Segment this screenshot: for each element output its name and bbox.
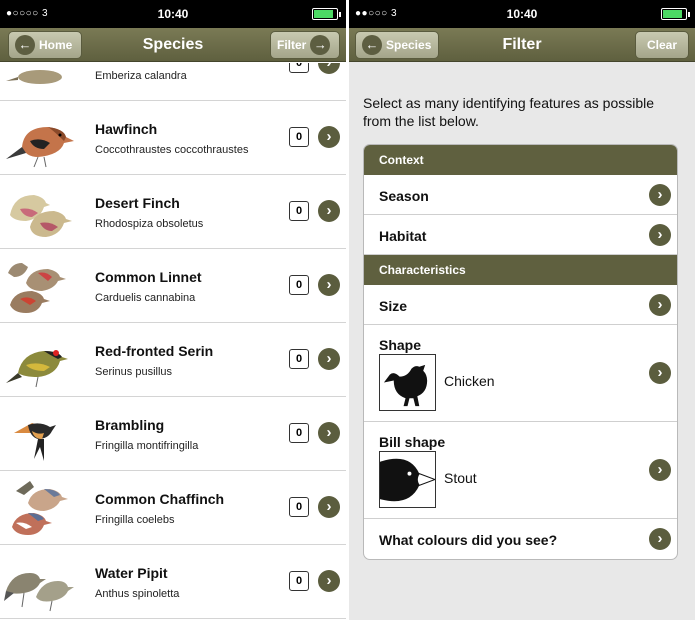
chevron-right-icon[interactable]: ›: [649, 184, 671, 206]
species-latin: Carduelis cannabina: [95, 292, 196, 304]
species-latin: Coccothraustes coccothraustes: [95, 144, 249, 156]
chevron-right-icon[interactable]: ›: [318, 63, 340, 74]
species-name: Common Chaffinch: [95, 491, 225, 507]
characteristics-header: Characteristics: [364, 255, 677, 285]
size-label: Size: [379, 298, 408, 314]
list-item[interactable]: Desert Finch Rhodospiza obsoletus 0 ›: [0, 175, 346, 249]
filter-button-label: Filter: [277, 38, 307, 52]
chevron-right-icon[interactable]: ›: [318, 126, 340, 148]
filter-button[interactable]: Filter →: [270, 31, 340, 59]
sighting-count[interactable]: 0: [289, 423, 309, 443]
species-name: Hawfinch: [95, 121, 158, 137]
species-latin: Fringilla coelebs: [95, 514, 175, 526]
battery-icon: [661, 8, 690, 20]
status-bar: ●○○○○ 3 10:40: [0, 0, 346, 28]
status-time: 10:40: [506, 7, 538, 21]
chevron-right-icon[interactable]: ›: [649, 528, 671, 550]
list-item[interactable]: Brambling Fringilla montifringilla 0 ›: [0, 397, 346, 471]
chevron-right-icon[interactable]: ›: [318, 422, 340, 444]
status-time: 10:40: [157, 7, 189, 21]
bird-thumbnail: [10, 195, 72, 237]
size-row[interactable]: Size ›: [364, 285, 677, 325]
sighting-count[interactable]: 0: [289, 63, 309, 73]
bird-thumbnail: [6, 127, 74, 168]
sighting-count[interactable]: 0: [289, 349, 309, 369]
list-item[interactable]: Emberiza calandra 0 ›: [0, 63, 346, 101]
list-item[interactable]: Common Chaffinch Fringilla coelebs 0 ›: [0, 471, 346, 545]
stout-bill-icon: [379, 451, 436, 508]
species-name: Red-fronted Serin: [95, 343, 214, 359]
chevron-right-icon[interactable]: ›: [318, 348, 340, 370]
chevron-right-icon[interactable]: ›: [649, 224, 671, 246]
chevron-right-icon[interactable]: ›: [318, 200, 340, 222]
chevron-right-icon[interactable]: ›: [649, 294, 671, 316]
bill-shape-row[interactable]: Bill shape Stout ›: [364, 422, 677, 519]
forward-arrow-icon: →: [310, 35, 331, 55]
filter-group: Context Season › Habitat › Characteristi…: [363, 144, 678, 560]
habitat-label: Habitat: [379, 228, 427, 244]
list-item[interactable]: Hawfinch Coccothraustes coccothraustes 0…: [0, 101, 346, 175]
sighting-count[interactable]: 0: [289, 571, 309, 591]
chevron-right-icon[interactable]: ›: [649, 362, 671, 384]
filter-nav-bar: ← Species Filter Clear: [349, 28, 695, 62]
bill-shape-label: Bill shape: [379, 434, 446, 450]
chevron-right-icon[interactable]: ›: [318, 496, 340, 518]
species-name: Brambling: [95, 417, 165, 433]
shape-label: Shape: [379, 337, 422, 353]
clear-button[interactable]: Clear: [635, 31, 689, 59]
bird-thumbnail: [4, 573, 74, 612]
sighting-count[interactable]: 0: [289, 201, 309, 221]
chicken-silhouette-icon: [379, 354, 436, 411]
context-header: Context: [364, 145, 677, 175]
list-item[interactable]: Common Linnet Carduelis cannabina 0 ›: [0, 249, 346, 323]
species-name: Desert Finch: [95, 195, 180, 211]
bird-thumbnail: [6, 70, 62, 84]
sighting-count[interactable]: 0: [289, 127, 309, 147]
bird-thumbnail: [14, 423, 56, 461]
shape-row[interactable]: Shape Chicken ›: [364, 325, 677, 422]
battery-icon: [312, 8, 341, 20]
season-row[interactable]: Season ›: [364, 175, 677, 215]
habitat-row[interactable]: Habitat ›: [364, 215, 677, 255]
sighting-count[interactable]: 0: [289, 497, 309, 517]
bird-thumbnail: [6, 350, 68, 388]
chevron-right-icon[interactable]: ›: [318, 274, 340, 296]
species-nav-bar: ← Home Species Filter →: [0, 28, 346, 62]
chevron-right-icon[interactable]: ›: [318, 570, 340, 592]
filter-screen: ●●○○○ 3 10:40 ← Species Filter Clear Sel…: [349, 0, 695, 620]
species-screen: ●○○○○ 3 10:40 ← Home Species Filter → Em…: [0, 0, 346, 620]
list-item[interactable]: Water Pipit Anthus spinoletta 0 ›: [0, 545, 346, 619]
species-latin: Serinus pusillus: [95, 366, 173, 378]
filter-instructions: Select as many identifying features as p…: [363, 95, 655, 129]
sighting-count[interactable]: 0: [289, 275, 309, 295]
shape-value: Chicken: [444, 373, 495, 389]
species-latin: Anthus spinoletta: [95, 588, 180, 600]
bill-shape-value: Stout: [444, 470, 477, 486]
list-item[interactable]: Red-fronted Serin Serinus pusillus 0 ›: [0, 323, 346, 397]
species-name: Common Linnet: [95, 269, 202, 285]
species-latin: Rhodospiza obsoletus: [95, 218, 204, 230]
species-list: Emberiza calandra 0 › Hawfinch Coccothra…: [0, 63, 346, 620]
bird-thumbnail: [8, 263, 66, 313]
status-bar: ●●○○○ 3 10:40: [349, 0, 695, 28]
clear-button-label: Clear: [646, 38, 678, 52]
chevron-right-icon[interactable]: ›: [649, 459, 671, 481]
colours-label: What colours did you see?: [379, 532, 558, 548]
species-latin: Fringilla montifringilla: [95, 440, 199, 452]
bird-thumbnail: [12, 481, 68, 535]
season-label: Season: [379, 188, 429, 204]
species-name: Water Pipit: [95, 565, 168, 581]
species-latin: Emberiza calandra: [95, 70, 187, 82]
colours-row[interactable]: What colours did you see? ›: [364, 519, 677, 559]
